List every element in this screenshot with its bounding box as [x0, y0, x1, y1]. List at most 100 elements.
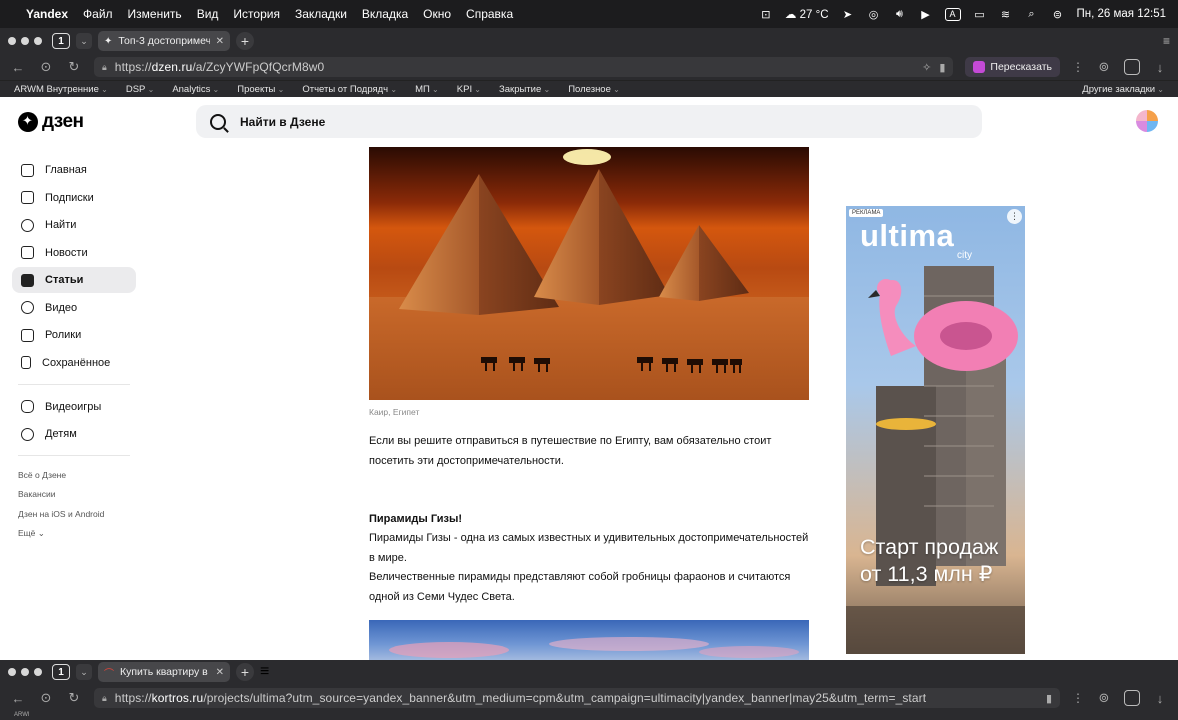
sidebar-item-games[interactable]: Видеоигры	[12, 394, 136, 420]
zoom-window-button[interactable]	[34, 668, 42, 676]
bookmark-page-icon[interactable]: ▮	[939, 61, 945, 74]
bookmark-folder[interactable]: Закрытие	[499, 84, 550, 95]
menu-history[interactable]: История	[233, 7, 280, 21]
close-tab-icon[interactable]: ✕	[216, 667, 224, 678]
close-window-button[interactable]	[8, 37, 16, 45]
sidebar-item-saved[interactable]: Сохранённое	[12, 350, 136, 376]
tab-active[interactable]: ✦ Топ-3 достопримечательности ✕	[98, 31, 230, 51]
divider	[18, 383, 130, 385]
footer-link-jobs[interactable]: Вакансии	[12, 485, 136, 505]
weather-widget[interactable]: ☁ 27 °C	[785, 7, 829, 21]
tab-active[interactable]: ⌒ Купить квартиру в ЖК ✕	[98, 662, 230, 682]
dzen-logo-text: дзен	[42, 111, 84, 132]
input-source-icon[interactable]: A	[944, 7, 961, 21]
tab-count-button[interactable]: 1	[52, 33, 70, 49]
reload-icon[interactable]: ↻	[66, 59, 82, 75]
telegram-icon[interactable]: ➤	[841, 8, 855, 21]
back-icon[interactable]: ←	[10, 60, 26, 75]
volume-icon[interactable]: 🔊︎	[893, 8, 907, 20]
search-input[interactable]: Найти в Дзене	[196, 105, 982, 138]
bookmark-folder[interactable]: Отчеты от Подрядч	[302, 84, 397, 95]
sidebar-item-clips[interactable]: Ролики	[12, 322, 136, 348]
menu-bookmarks[interactable]: Закладки	[295, 7, 347, 21]
bookmark-folder[interactable]: DSP	[126, 84, 154, 95]
close-tab-icon[interactable]: ✕	[216, 36, 224, 47]
play-icon[interactable]: ▶	[919, 8, 933, 21]
close-window-button[interactable]	[8, 668, 16, 676]
menu-icon[interactable]: ≡	[260, 663, 269, 681]
menu-file[interactable]: Файл	[83, 7, 113, 21]
sidebar-item-search[interactable]: Найти	[12, 212, 136, 238]
minimize-window-button[interactable]	[21, 668, 29, 676]
url-text: https://kortros.ru/projects/ultima?utm_s…	[114, 691, 927, 705]
sidebar-item-news[interactable]: Новости	[12, 240, 136, 266]
lock-icon[interactable]: 🔒︎	[102, 62, 107, 73]
sidebar-item-home[interactable]: Главная	[12, 157, 136, 183]
section-title: Пирамиды Гизы!	[369, 513, 463, 525]
minimize-window-button[interactable]	[21, 37, 29, 45]
bookmarks-bar-partial: ARWI	[0, 712, 1178, 720]
tab-title: Топ-3 достопримечательности	[118, 35, 210, 47]
control-center-icon[interactable]: ⊜	[1051, 8, 1065, 21]
footer-link-apps[interactable]: Дзен на iOS и Android	[12, 504, 136, 524]
ad-banner[interactable]: РЕКЛАМА ⋮ ultima city Старт продаж от 11…	[846, 206, 1025, 654]
back-icon[interactable]: ←	[10, 691, 26, 706]
dzen-logo[interactable]: дзен	[18, 111, 84, 133]
more-icon[interactable]: ⋮	[1072, 60, 1084, 74]
lock-icon[interactable]: 🔒︎	[102, 693, 107, 704]
sidebar-item-subscriptions[interactable]: Подписки	[12, 185, 136, 211]
reload-icon[interactable]: ↻	[66, 690, 82, 706]
bookmark-folder[interactable]: МП	[415, 84, 439, 95]
footer-link-about[interactable]: Всё о Дзене	[12, 465, 136, 485]
menu-tab[interactable]: Вкладка	[362, 7, 408, 21]
spotlight-icon[interactable]: ⌕	[1025, 8, 1039, 20]
new-tab-button[interactable]: +	[236, 32, 254, 50]
bookmark-folder[interactable]: Полезное	[568, 84, 620, 95]
gamepad-icon	[21, 400, 34, 413]
url-field[interactable]: 🔒︎ https://dzen.ru/a/ZcyYWFpQfQcrM8w0 ✧ …	[94, 57, 954, 77]
alice-icon[interactable]: ⊙	[38, 690, 54, 706]
bookmark-page-icon[interactable]: ▮	[1046, 692, 1052, 705]
downloads-icon[interactable]: ↓	[1152, 691, 1168, 706]
extensions-icon[interactable]	[1124, 690, 1140, 706]
menu-edit[interactable]: Изменить	[128, 7, 182, 21]
protect-icon[interactable]: ✧	[922, 61, 931, 74]
bookmark-folder[interactable]: Проекты	[237, 84, 284, 95]
bookmark-folder[interactable]: KPI	[457, 84, 481, 95]
more-icon[interactable]: ⋮	[1072, 691, 1084, 705]
airdrop-icon[interactable]: ◎	[867, 8, 881, 21]
chevron-down-icon[interactable]: ⌄	[76, 664, 92, 680]
avatar[interactable]	[1136, 110, 1158, 132]
sidebar-item-kids[interactable]: Детям	[12, 421, 136, 447]
alice-icon[interactable]: ⊙	[38, 59, 54, 75]
other-bookmarks[interactable]: Другие закладки	[1082, 84, 1164, 95]
menu-icon[interactable]: ≡	[1163, 34, 1170, 48]
menubar-clock[interactable]: Пн, 26 мая 12:51	[1077, 8, 1167, 20]
sidebar-item-video[interactable]: Видео	[12, 295, 136, 321]
menu-view[interactable]: Вид	[197, 7, 219, 21]
app-menu: Yandex Файл Изменить Вид История Закладк…	[26, 7, 513, 21]
menu-app-name[interactable]: Yandex	[26, 7, 68, 21]
sidebar-item-articles[interactable]: Статьи	[12, 267, 136, 293]
wifi-icon[interactable]: ≋	[999, 8, 1013, 21]
bookmark-folder[interactable]: Analytics	[172, 84, 219, 95]
menu-window[interactable]: Окно	[423, 7, 451, 21]
screenshot-icon[interactable]: ⊡	[759, 8, 773, 21]
tab-count-button[interactable]: 1	[52, 664, 70, 680]
zoom-window-button[interactable]	[34, 37, 42, 45]
article-paragraph-1: Пирамиды Гизы - одна из самых известных …	[369, 532, 809, 564]
extensions-icon[interactable]	[1124, 59, 1140, 75]
ad-more-icon[interactable]: ⋮	[1007, 209, 1022, 224]
url-field[interactable]: 🔒︎ https://kortros.ru/projects/ultima?ut…	[94, 688, 1060, 708]
bookmark-folder[interactable]: ARWM Внутренние	[14, 84, 108, 95]
footer-link-more[interactable]: Ещё ⌄	[12, 524, 136, 544]
browser2-tabbar: 1 ⌄ ⌒ Купить квартиру в ЖК ✕ + ≡	[0, 660, 1178, 684]
menu-help[interactable]: Справка	[466, 7, 513, 21]
downloads-icon[interactable]: ↓	[1152, 60, 1168, 75]
battery-icon[interactable]: ▭	[973, 8, 987, 21]
chevron-down-icon[interactable]: ⌄	[76, 33, 92, 49]
media-icon[interactable]: ⊚	[1096, 59, 1112, 75]
new-tab-button[interactable]: +	[236, 663, 254, 681]
media-icon[interactable]: ⊚	[1096, 690, 1112, 706]
retell-button[interactable]: Пересказать	[965, 57, 1060, 77]
